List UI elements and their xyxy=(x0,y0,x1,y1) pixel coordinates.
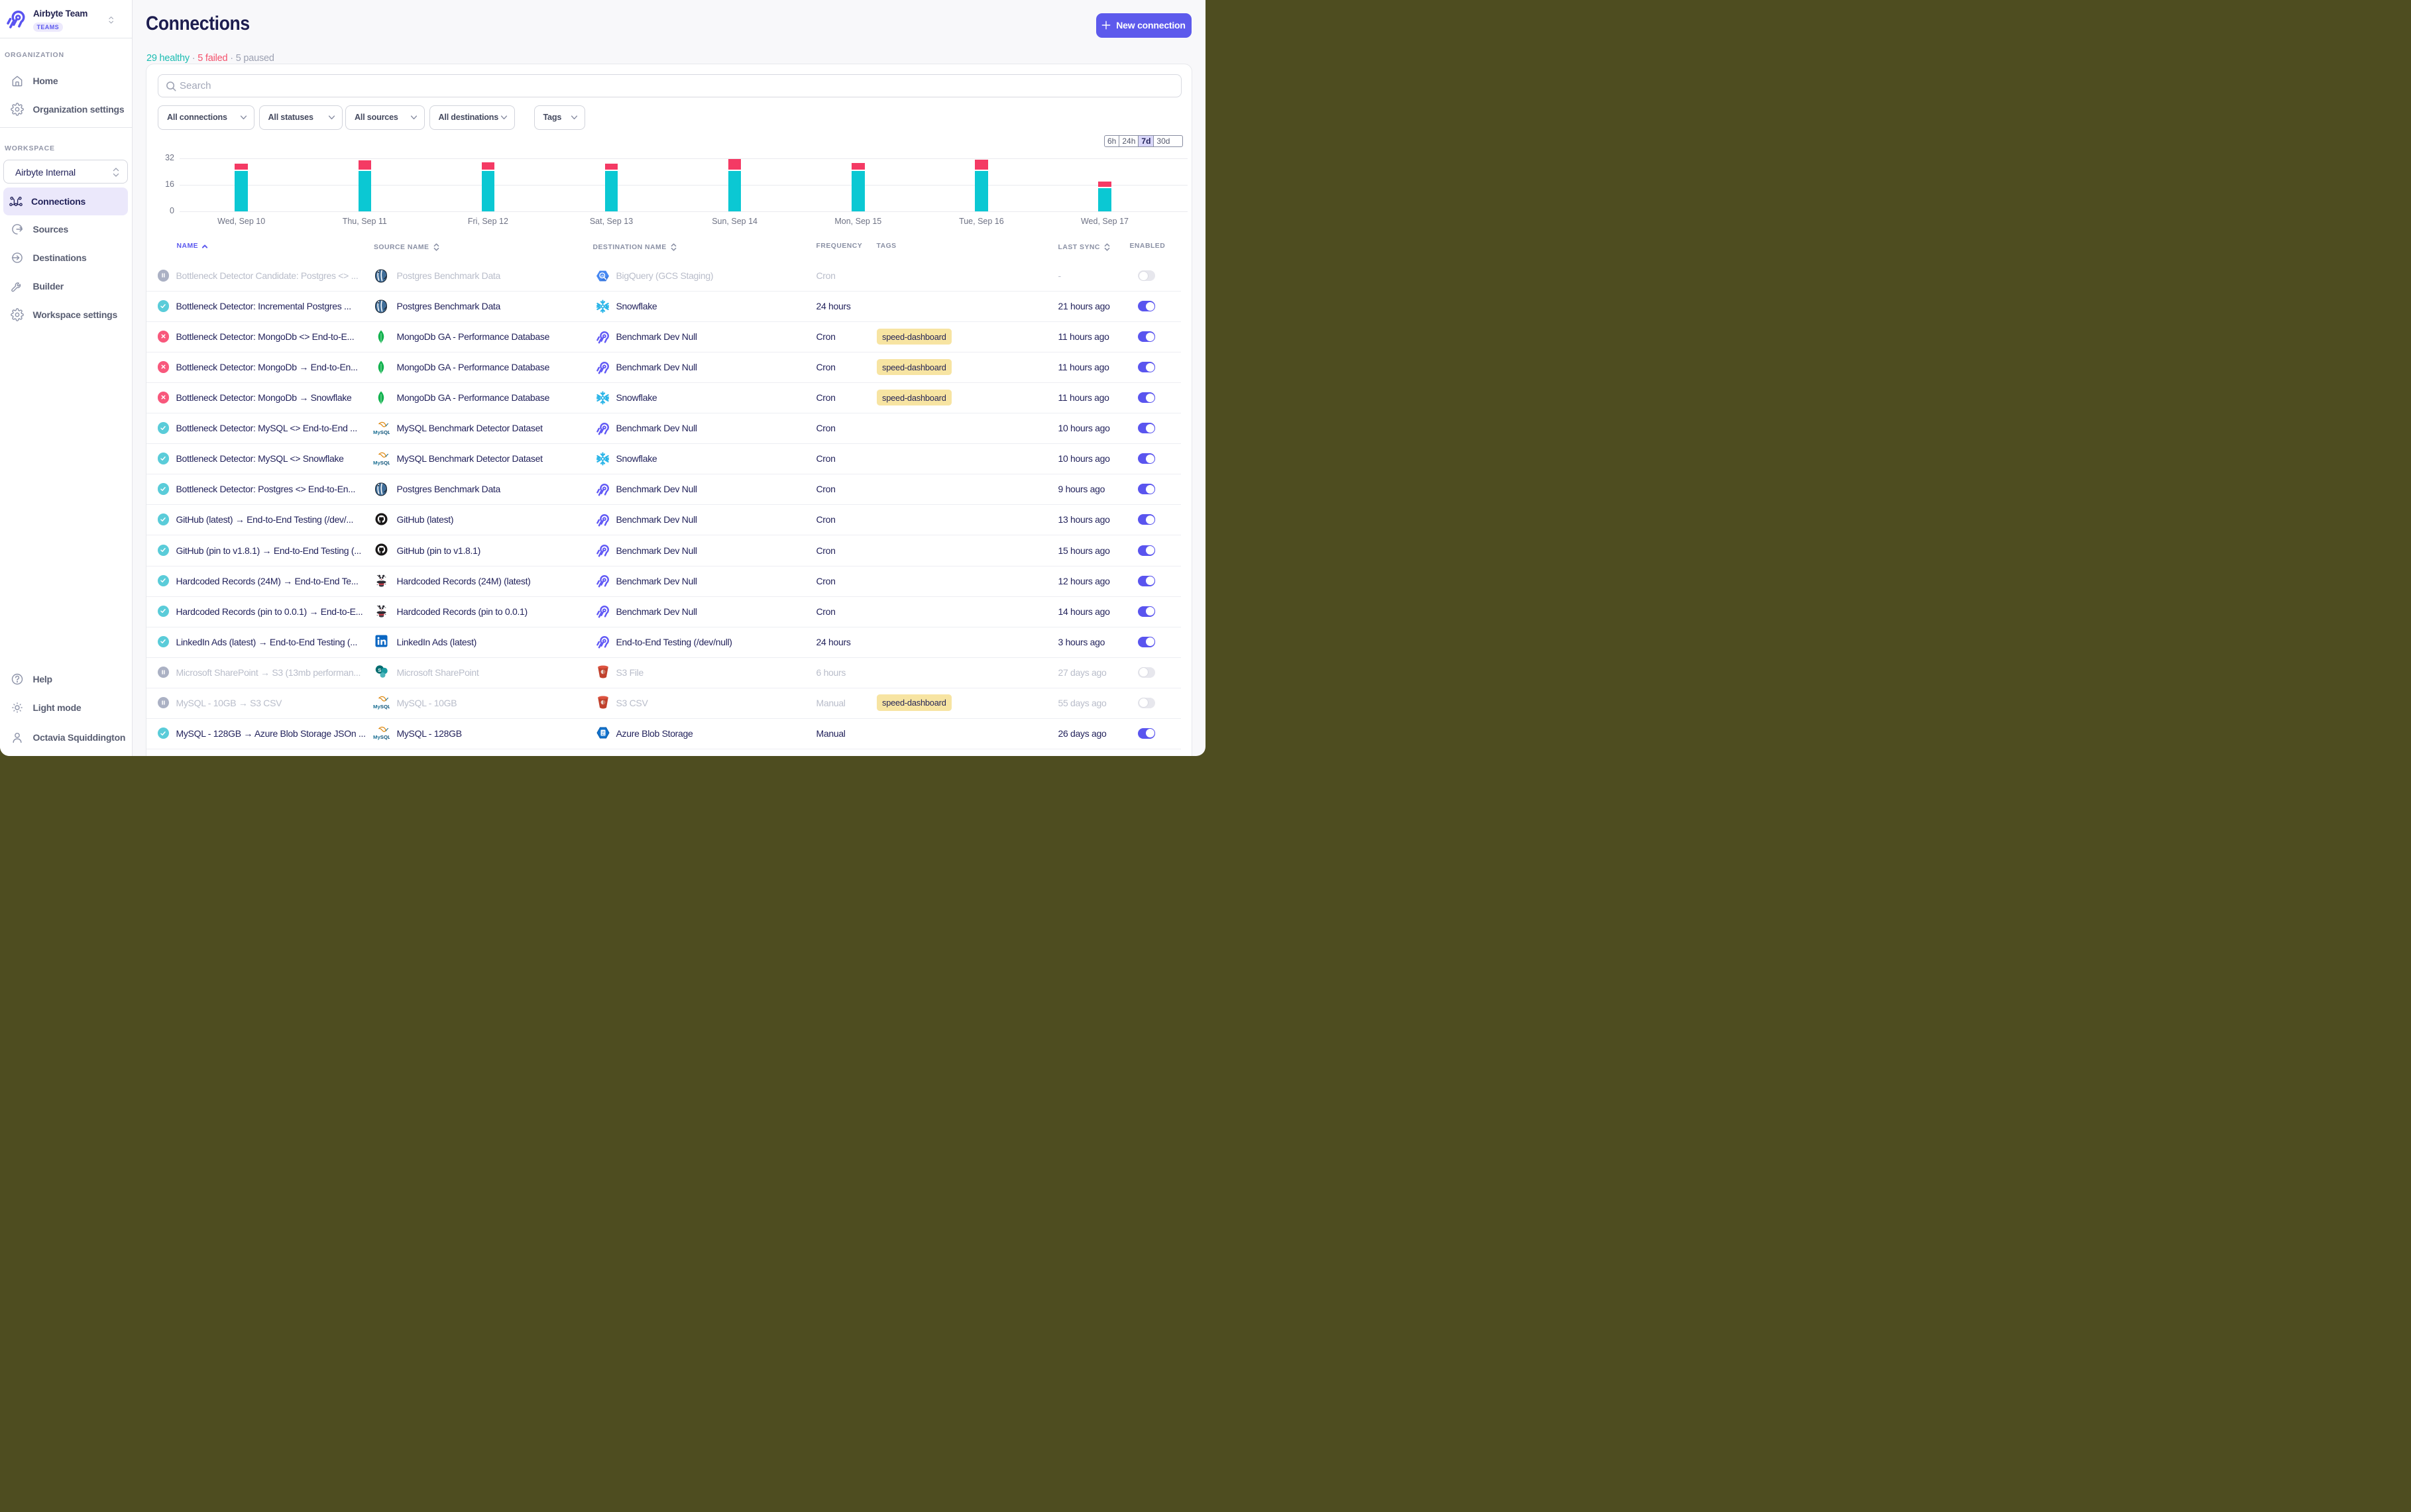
svg-text:MySQL.: MySQL. xyxy=(373,734,390,740)
svg-text:MySQL.: MySQL. xyxy=(373,429,390,435)
svg-text:S: S xyxy=(378,667,381,673)
svg-text:MySQL.: MySQL. xyxy=(373,704,390,710)
svg-text:01: 01 xyxy=(601,734,604,737)
svg-text:MySQL.: MySQL. xyxy=(373,460,390,466)
